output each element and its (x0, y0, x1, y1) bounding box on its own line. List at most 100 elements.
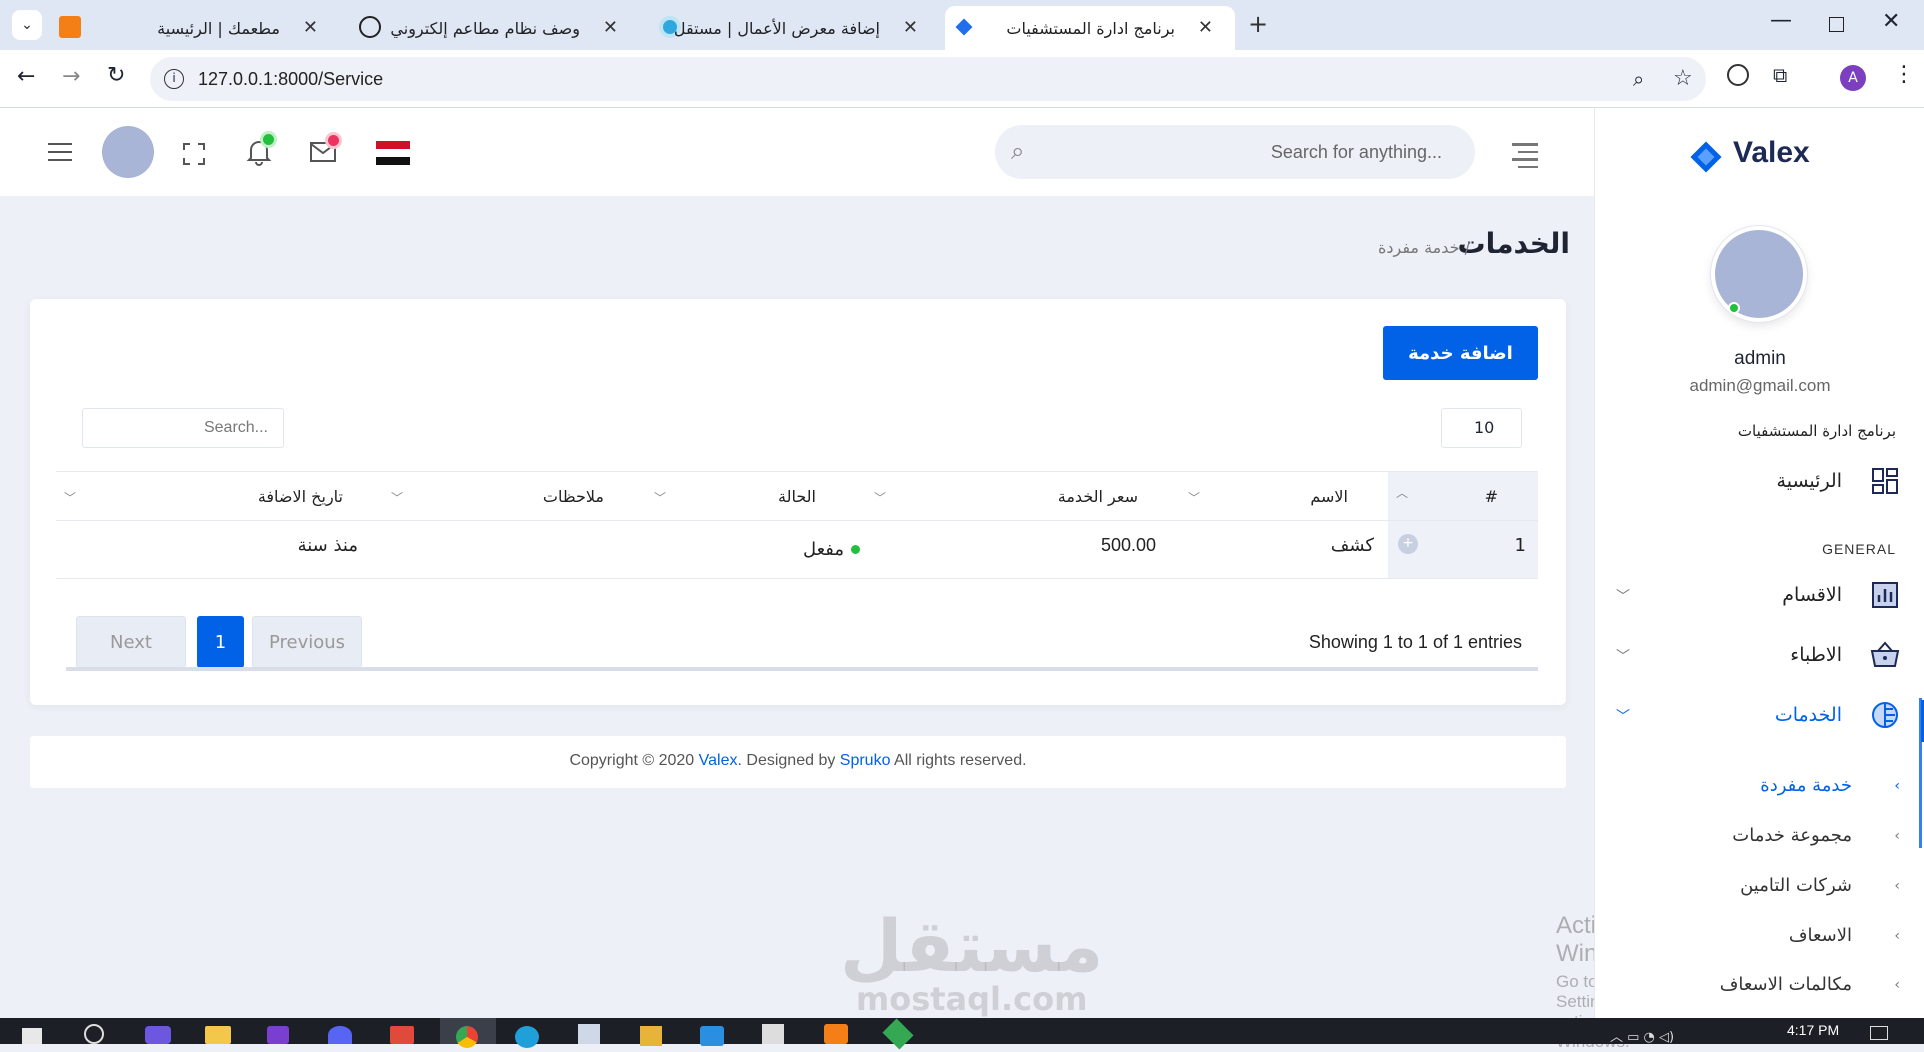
tab-mostaql[interactable]: إضافة معرض الأعمال | مستقل ✕ (655, 6, 940, 50)
minimize-button[interactable]: — (1770, 8, 1792, 33)
align-right-icon[interactable] (1512, 143, 1538, 168)
chevron-down-icon[interactable]: ﹀ (391, 489, 403, 506)
chevron-down-icon[interactable]: ﹀ (64, 489, 76, 506)
column-header-name[interactable]: الاسم (1310, 487, 1348, 506)
sidebar-item-services[interactable]: الخدمات ﹀ (1610, 698, 1900, 738)
sidebar-item-home[interactable]: الرئيسية (1610, 464, 1900, 504)
valex-logo-icon (955, 18, 973, 36)
edge-icon[interactable] (515, 1026, 539, 1048)
taskbar-app-icon[interactable] (267, 1026, 289, 1044)
vscode-icon[interactable] (700, 1026, 724, 1046)
tab-restaurant-home[interactable]: مطعمك | الرئيسية ✕ (55, 6, 340, 50)
forward-icon[interactable]: → (62, 64, 80, 89)
xampp-icon[interactable] (824, 1024, 848, 1044)
basket-icon (1870, 641, 1900, 667)
table-search-input[interactable]: Search... (82, 408, 284, 448)
chevron-down-icon[interactable]: ﹀ (1616, 646, 1630, 666)
zoom-icon[interactable]: ⌕ (1633, 67, 1644, 91)
tab-search-button[interactable]: ⌄ (12, 10, 42, 40)
column-header-price[interactable]: سعر الخدمة (1058, 487, 1138, 506)
taskbar-app-icon[interactable] (882, 1018, 914, 1050)
column-header-notes[interactable]: ملاحظات (543, 487, 604, 506)
notification-center-icon[interactable] (1870, 1026, 1888, 1040)
previous-button[interactable]: Previous (252, 616, 362, 668)
table-row[interactable]: 1 + كشف 500.00 مفعل منذ سنة (56, 521, 1538, 579)
chevron-down-icon[interactable]: ﹀ (654, 489, 666, 506)
sidebar-scrollbar[interactable] (1919, 698, 1922, 848)
column-header-date[interactable]: تاريخ الاضافة (258, 487, 343, 506)
puzzle-icon[interactable]: ⧉ (1773, 63, 1787, 87)
status-dot (851, 545, 860, 554)
search-icon[interactable] (84, 1024, 104, 1044)
url-text[interactable]: 127.0.0.1:8000/Service (198, 69, 383, 90)
chevron-down-icon[interactable]: ﹀ (1188, 489, 1200, 506)
new-tab-button[interactable]: + (1248, 10, 1268, 38)
notepad-icon[interactable] (578, 1024, 600, 1044)
bookmark-star-icon[interactable]: ☆ (1673, 66, 1693, 91)
hamburger-menu-icon[interactable] (48, 143, 72, 161)
taskbar-app-icon[interactable] (640, 1026, 662, 1046)
chevron-down-icon[interactable]: ﹀ (874, 489, 886, 506)
user-name: admin (1734, 348, 1786, 369)
column-header-status[interactable]: الحالة (778, 487, 816, 506)
chrome-icon[interactable] (440, 1018, 496, 1048)
horizontal-scrollbar[interactable] (66, 667, 1538, 671)
online-status-dot (1728, 302, 1740, 314)
close-icon[interactable]: ✕ (903, 17, 918, 38)
bar-chart-icon (1872, 582, 1898, 608)
profile-avatar[interactable]: A (1840, 65, 1866, 91)
sidebar-subitem-service-group[interactable]: ‹ مجموعة خدمات (1610, 822, 1900, 854)
global-search[interactable]: ⌕ Search for anything... (995, 125, 1475, 179)
taskbar-app-icon[interactable] (145, 1026, 171, 1044)
close-icon[interactable]: ✕ (603, 17, 618, 38)
sidebar-subitem-insurance[interactable]: ‹ شركات التامين (1610, 872, 1900, 904)
sidebar-label: الاطباء (1790, 644, 1842, 666)
egypt-flag-icon[interactable] (376, 141, 410, 165)
chevron-down-icon[interactable]: ﹀ (1616, 586, 1630, 606)
folder-icon[interactable] (205, 1026, 231, 1044)
next-button[interactable]: Next (76, 616, 186, 668)
sidebar-subitem-ambulance-calls[interactable]: ‹ مكالمات الاسعاف (1610, 971, 1900, 1003)
chevron-left-icon: ‹ (1894, 828, 1900, 844)
close-icon[interactable]: ✕ (1198, 17, 1213, 38)
store-icon[interactable] (390, 1026, 414, 1044)
menu-dots-icon[interactable]: ⋮ (1893, 62, 1915, 87)
designer-link[interactable]: Spruko (840, 752, 891, 769)
user-avatar[interactable] (102, 126, 154, 178)
tab-hospital[interactable]: برنامج ادارة المستشفيات ✕ (945, 6, 1235, 50)
expand-row-icon[interactable]: + (1398, 534, 1418, 554)
sort-up-icon[interactable]: ︿ (1396, 484, 1408, 501)
close-icon[interactable]: ✕ (303, 17, 318, 38)
close-window-button[interactable]: ✕ (1882, 9, 1900, 34)
sidebar-subitem-single-service[interactable]: ‹ خدمة مفردة (1610, 772, 1900, 804)
clock[interactable]: 4:17 PM (1787, 1022, 1839, 1038)
fullscreen-icon[interactable] (183, 143, 205, 165)
tab-restaurant-system[interactable]: وصف نظام مطاعم إلكتروني ✕ (355, 6, 640, 50)
sidebar: Valex admin admin@gmail.com برنامج ادارة… (1594, 108, 1924, 1018)
sidebar-item-departments[interactable]: الاقسام ﹀ (1610, 578, 1900, 618)
taskbar-app-icon[interactable] (762, 1024, 784, 1044)
extension-icon[interactable] (1727, 64, 1749, 86)
maximize-button[interactable] (1829, 17, 1844, 32)
back-icon[interactable]: ← (17, 64, 35, 89)
add-service-button[interactable]: اضافة خدمة (1383, 326, 1538, 380)
copyright-suffix: All rights reserved. (890, 752, 1027, 769)
chevron-down-icon[interactable]: ﹀ (1616, 706, 1630, 726)
tray-icons[interactable]: ︿ ▭ ◔ ◁) (1610, 1026, 1674, 1045)
reload-icon[interactable]: ↻ (107, 63, 125, 88)
url-field[interactable]: i 127.0.0.1:8000/Service ⌕ ☆ (150, 57, 1706, 101)
site-info-icon[interactable]: i (164, 69, 184, 89)
sidebar-item-doctors[interactable]: الاطباء ﹀ (1610, 638, 1900, 678)
profile-avatar[interactable] (1711, 226, 1807, 322)
notification-bell-icon[interactable] (246, 134, 274, 166)
breadcrumb[interactable]: / خدمة مفردة (1378, 238, 1470, 257)
mail-icon[interactable] (310, 135, 339, 163)
discord-icon[interactable] (328, 1026, 352, 1044)
sidebar-subitem-ambulance[interactable]: ‹ الاسعاف (1610, 922, 1900, 954)
page-1-button[interactable]: 1 (197, 616, 244, 668)
brand-logo[interactable]: Valex (1685, 130, 1865, 180)
brand-link[interactable]: Valex (699, 752, 738, 769)
page-length-select[interactable]: 10 (1441, 408, 1522, 448)
windows-start-icon[interactable] (22, 1028, 42, 1044)
column-header-number[interactable]: # (1485, 487, 1498, 506)
